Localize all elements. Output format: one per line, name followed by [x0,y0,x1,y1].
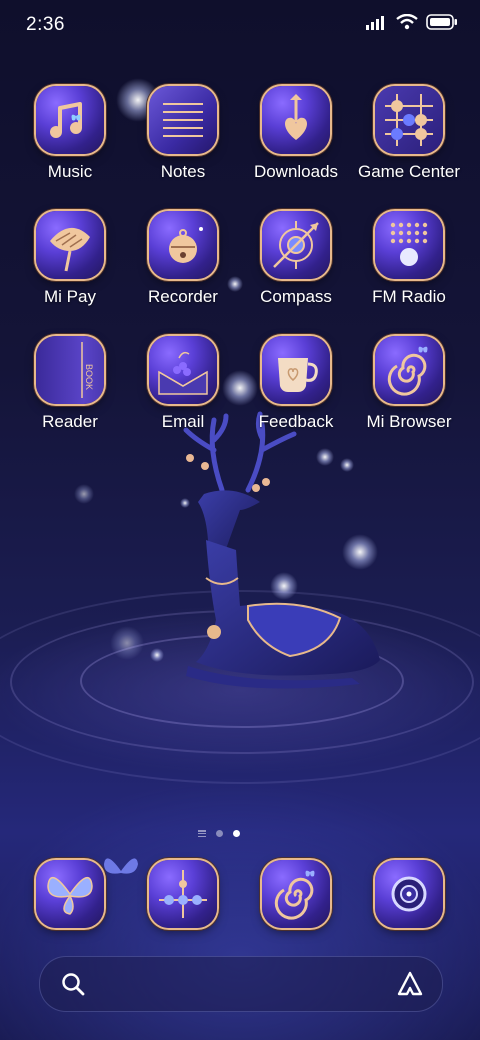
app-label: Mi Pay [44,287,96,306]
game-center-icon [375,86,443,154]
deer-illustration [183,411,380,689]
app-label: Reader [42,412,98,431]
app-recorder[interactable]: Recorder [128,211,238,307]
email-icon [149,336,217,404]
app-fm-radio[interactable]: FM Radio [354,211,464,307]
notes-icon [149,86,217,154]
reader-book-text: BOOK [84,364,94,390]
app-feedback[interactable]: Feedback [241,336,351,432]
app-label: Game Center [357,162,461,181]
app-compass[interactable]: Compass [241,211,351,307]
camera-icon [375,860,443,928]
app-reader[interactable]: BOOK Reader [15,336,125,432]
butterfly-icon [36,860,104,928]
battery-icon [426,14,457,30]
search-bar[interactable] [39,956,443,1012]
search-icon[interactable] [60,971,86,997]
app-label: Downloads [253,162,339,181]
app-label: Feedback [258,412,334,431]
signal-icon [366,16,384,30]
recorder-icon [149,211,217,279]
fm-radio-icon [375,211,443,279]
dock-item-spiral[interactable] [241,860,351,928]
spiral-icon [262,860,330,928]
app-label: Notes [160,162,206,181]
app-downloads[interactable]: Downloads [241,86,351,182]
feedback-icon [262,336,330,404]
page-dot [216,830,223,837]
app-game-center[interactable]: Game Center [354,86,464,182]
app-mi-pay[interactable]: Mi Pay [15,211,125,307]
mi-pay-icon [36,211,104,279]
app-email[interactable]: Email [128,336,238,432]
app-label: Music [47,162,93,181]
app-label: Email [161,412,205,431]
status-time: 2:36 [26,14,65,35]
music-icon [36,86,104,154]
dock-item-connect[interactable] [128,860,238,928]
reader-icon: BOOK [36,336,104,404]
menu-indicator-icon [198,830,206,837]
status-bar: 2:36 [0,0,480,50]
dock-item-camera[interactable] [354,860,464,928]
app-mi-browser[interactable]: Mi Browser [354,336,464,432]
assistant-icon[interactable] [396,970,424,998]
app-label: FM Radio [372,287,446,306]
page-dot-active [233,830,240,837]
app-notes[interactable]: Notes [128,86,238,182]
app-label: Mi Browser [366,412,452,431]
page-indicator[interactable] [198,830,240,837]
app-label: Compass [260,287,332,306]
downloads-icon [262,86,330,154]
connect-icon [149,860,217,928]
app-label: Recorder [148,287,218,306]
mi-browser-icon [375,336,443,404]
wifi-icon [396,14,418,30]
app-music[interactable]: Music [15,86,125,182]
system-icons [366,14,458,30]
compass-icon [262,211,330,279]
